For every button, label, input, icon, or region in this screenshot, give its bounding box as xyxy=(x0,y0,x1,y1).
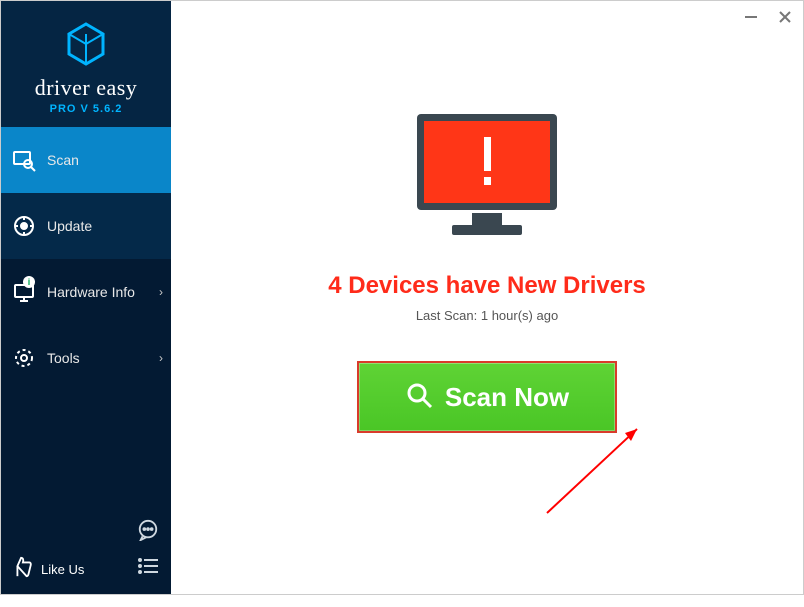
menu-icon[interactable] xyxy=(137,557,159,580)
sidebar-bottom: Like Us xyxy=(1,544,171,594)
app-logo-icon xyxy=(66,22,106,71)
minimize-button[interactable] xyxy=(741,7,761,27)
scan-now-label: Scan Now xyxy=(445,382,569,413)
scan-result-headline: 4 Devices have New Drivers xyxy=(328,272,646,300)
like-us-label[interactable]: Like Us xyxy=(41,562,84,577)
scan-now-button[interactable]: Scan Now xyxy=(357,361,617,433)
app-window: driver easy PRO V 5.6.2 Scan xyxy=(0,0,804,595)
sidebar-item-label: Scan xyxy=(47,152,79,168)
sidebar-item-update[interactable]: Update xyxy=(1,193,171,259)
close-button[interactable] xyxy=(775,7,795,27)
sidebar-item-label: Hardware Info xyxy=(47,284,135,300)
search-icon xyxy=(405,381,433,414)
thumbs-up-icon[interactable] xyxy=(11,556,33,583)
annotation-arrow-icon xyxy=(537,423,657,528)
sidebar-nav: Scan Update xyxy=(1,127,171,544)
sidebar-item-label: Update xyxy=(47,218,92,234)
hardware-icon: i xyxy=(11,279,37,305)
info-badge-icon: i xyxy=(23,276,35,288)
sidebar-item-scan[interactable]: Scan xyxy=(1,127,171,193)
sidebar-item-tools[interactable]: Tools › xyxy=(1,325,171,391)
sidebar: driver easy PRO V 5.6.2 Scan xyxy=(1,1,171,594)
feedback-icon[interactable] xyxy=(137,519,159,546)
tools-icon xyxy=(11,345,37,371)
window-controls xyxy=(741,7,795,27)
scan-icon xyxy=(11,147,37,173)
app-version: PRO V 5.6.2 xyxy=(50,103,123,115)
last-scan-text: Last Scan: 1 hour(s) ago xyxy=(416,308,558,323)
main-panel: 4 Devices have New Drivers Last Scan: 1 … xyxy=(171,1,803,594)
alert-monitor-icon xyxy=(412,109,562,244)
logo-area: driver easy PRO V 5.6.2 xyxy=(1,1,171,127)
sidebar-item-label: Tools xyxy=(47,350,80,366)
chevron-right-icon: › xyxy=(159,351,163,365)
chevron-right-icon: › xyxy=(159,285,163,299)
app-name: driver easy xyxy=(35,75,138,101)
sidebar-item-hardware[interactable]: i Hardware Info › xyxy=(1,259,171,325)
update-icon xyxy=(11,213,37,239)
